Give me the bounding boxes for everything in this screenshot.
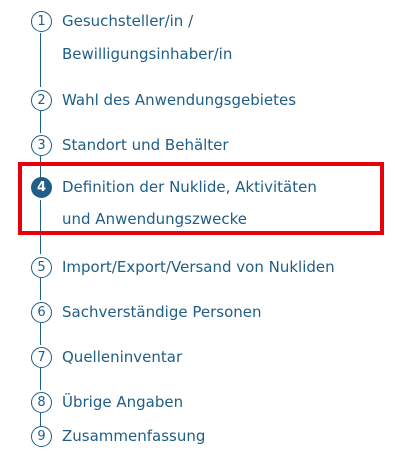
step-label: Wahl des Anwendungsgebietes <box>62 91 297 109</box>
step-label-line1: Gesuchsteller/in / <box>62 12 194 30</box>
step-number-badge: 2 <box>31 90 52 111</box>
step-3-standort[interactable]: 3 Standort und Behälter <box>0 129 395 162</box>
step-label: Übrige Angaben <box>62 393 184 411</box>
step-label: Import/Export/Versand von Nukliden <box>62 258 335 276</box>
step-label-line2: Bewilligungsinhaber/in <box>62 45 233 63</box>
step-1-gesuchsteller[interactable]: 1 Gesuchsteller/in / Bewilligungsinhaber… <box>0 5 395 71</box>
step-8-uebrige-angaben[interactable]: 8 Übrige Angaben <box>0 386 395 419</box>
step-number-badge: 3 <box>31 135 52 156</box>
step-2-anwendungsgebiet[interactable]: 2 Wahl des Anwendungsgebietes <box>0 84 395 117</box>
step-label: Standort und Behälter <box>62 136 229 154</box>
step-label: Sachverständige Personen <box>62 303 262 321</box>
wizard-stepper: 1 Gesuchsteller/in / Bewilligungsinhaber… <box>0 0 395 455</box>
step-7-quelleninventar[interactable]: 7 Quelleninventar <box>0 341 395 374</box>
step-number-badge-active: 4 <box>31 177 52 198</box>
step-number-badge: 5 <box>31 257 52 278</box>
step-9-zusammenfassung[interactable]: 9 Zusammenfassung <box>0 420 395 453</box>
step-number-badge: 9 <box>31 426 52 447</box>
step-label-line1: Definition der Nuklide, Aktivitäten <box>62 178 317 196</box>
step-4-nuklide[interactable]: 4 Definition der Nuklide, Aktivitäten un… <box>0 171 395 237</box>
step-6-sachverstaendige[interactable]: 6 Sachverständige Personen <box>0 296 395 329</box>
step-label-line2: und Anwendungszwecke <box>62 210 247 228</box>
step-5-import-export[interactable]: 5 Import/Export/Versand von Nukliden <box>0 251 395 284</box>
step-number-badge: 1 <box>31 11 52 32</box>
step-label: Zusammenfassung <box>62 427 206 445</box>
step-number-badge: 8 <box>31 392 52 413</box>
step-label: Quelleninventar <box>62 348 183 366</box>
step-number-badge: 6 <box>31 302 52 323</box>
step-number-badge: 7 <box>31 347 52 368</box>
